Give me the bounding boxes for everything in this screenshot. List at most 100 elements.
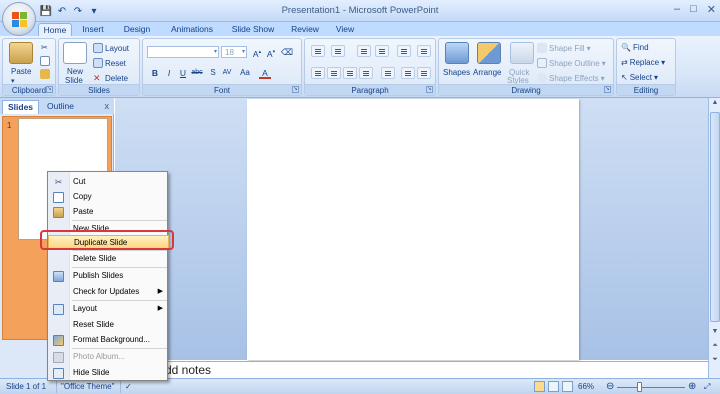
menu-separator xyxy=(72,267,167,268)
quick-styles-icon[interactable] xyxy=(510,42,534,64)
menu-item-delete-slide[interactable]: Delete Slide xyxy=(48,252,169,267)
tab-home[interactable]: Home xyxy=(38,23,72,36)
reset-button[interactable]: Reset xyxy=(93,58,126,68)
maximize-button[interactable]: □ xyxy=(690,3,697,16)
tab-insert[interactable]: Insert xyxy=(78,23,108,36)
align-left-icon[interactable] xyxy=(311,67,325,79)
smartart-icon[interactable] xyxy=(417,67,431,79)
clipboard-launcher-icon[interactable]: ↘ xyxy=(46,86,53,93)
cut-icon[interactable]: ✂ xyxy=(41,43,48,52)
bold-icon[interactable]: B xyxy=(149,67,161,79)
shape-fill-button[interactable]: Shape Fill ▾ xyxy=(537,43,591,53)
copy-icon[interactable] xyxy=(40,56,50,66)
character-spacing-icon[interactable]: AV xyxy=(221,67,233,79)
font-name-combo[interactable]: ▾ xyxy=(147,46,219,58)
decrease-indent-icon[interactable] xyxy=(357,45,371,57)
menu-item-hide-slide[interactable]: Hide Slide xyxy=(48,366,169,381)
scroll-down-icon[interactable]: ▼ xyxy=(710,328,720,338)
tab-review[interactable]: Review xyxy=(289,23,321,36)
shape-outline-button[interactable]: Shape Outline ▾ xyxy=(537,58,606,68)
notes-pane[interactable]: dd notes xyxy=(115,361,708,378)
paste-icon[interactable] xyxy=(9,42,33,64)
strikethrough-icon[interactable]: abc xyxy=(191,67,203,79)
find-button[interactable]: 🔍 Find xyxy=(621,43,649,52)
shapes-button[interactable]: Shapes xyxy=(443,68,470,77)
menu-item-cut[interactable]: ✂ Cut xyxy=(48,175,169,190)
slide-canvas[interactable] xyxy=(247,99,579,360)
underline-icon[interactable]: U xyxy=(177,67,189,79)
menu-item-label: Hide Slide xyxy=(73,368,110,377)
fit-to-window-icon[interactable]: ⤢ xyxy=(704,381,710,393)
arrange-icon[interactable] xyxy=(477,42,501,64)
increase-indent-icon[interactable] xyxy=(375,45,389,57)
zoom-in-icon[interactable]: ⊕ xyxy=(688,381,696,393)
align-right-icon[interactable] xyxy=(343,67,357,79)
spelling-check-icon[interactable]: ✓ xyxy=(120,381,132,393)
align-center-icon[interactable] xyxy=(327,67,341,79)
normal-view-icon[interactable] xyxy=(534,381,545,392)
new-slide-icon[interactable] xyxy=(63,42,87,64)
tab-animations[interactable]: Animations xyxy=(166,23,218,36)
tab-slide-show[interactable]: Slide Show xyxy=(229,23,277,36)
zoom-level[interactable]: 66% xyxy=(578,381,594,393)
drawing-launcher-icon[interactable]: ↘ xyxy=(604,86,611,93)
menu-item-format-background[interactable]: Format Background... xyxy=(48,333,169,348)
change-case-icon[interactable]: Aa xyxy=(239,67,251,79)
paste-button[interactable]: Paste xyxy=(11,67,31,76)
grow-font-icon[interactable]: A▴ xyxy=(251,46,263,59)
minimize-button[interactable]: – xyxy=(674,3,680,16)
shapes-icon[interactable] xyxy=(445,42,469,64)
menu-item-check-for-updates[interactable]: Check for Updates ▶ xyxy=(48,285,169,300)
zoom-out-icon[interactable]: ⊖ xyxy=(606,381,614,393)
select-button[interactable]: ↖ Select ▾ xyxy=(621,73,658,82)
theme-name[interactable]: "Office Theme" xyxy=(56,381,114,393)
zoom-slider-thumb[interactable] xyxy=(637,382,643,392)
font-launcher-icon[interactable]: ↘ xyxy=(292,86,299,93)
menu-item-paste[interactable]: Paste xyxy=(48,205,169,220)
notes-placeholder: dd notes xyxy=(165,363,212,377)
clear-formatting-icon[interactable]: ⌫ xyxy=(281,46,293,58)
shadow-icon[interactable]: S xyxy=(207,67,219,79)
next-slide-icon[interactable]: ⏷ xyxy=(710,356,720,368)
replace-button[interactable]: ⇄ Replace ▾ xyxy=(621,58,665,67)
align-text-icon[interactable] xyxy=(401,67,415,79)
arrange-button[interactable]: Arrange xyxy=(473,68,501,77)
format-painter-icon[interactable] xyxy=(40,69,50,79)
paragraph-launcher-icon[interactable]: ↘ xyxy=(426,86,433,93)
menu-item-copy[interactable]: Copy xyxy=(48,190,169,205)
scroll-up-icon[interactable]: ▲ xyxy=(710,99,720,109)
bullets-icon[interactable] xyxy=(311,45,325,57)
scroll-thumb[interactable] xyxy=(710,112,720,322)
tab-design[interactable]: Design xyxy=(120,23,154,36)
new-slide-label-1[interactable]: New xyxy=(67,67,83,76)
text-direction-icon[interactable] xyxy=(417,45,431,57)
font-group: ▾ 18 ▾ A▴ A▾ ⌫ B I U abc S AV Aa A Font ↘ xyxy=(142,38,302,96)
tab-slides[interactable]: Slides xyxy=(2,100,40,114)
tab-view[interactable]: View xyxy=(333,23,357,36)
zoom-slider[interactable] xyxy=(617,387,685,388)
columns-icon[interactable] xyxy=(381,67,395,79)
previous-slide-icon[interactable]: ⏶ xyxy=(710,342,720,354)
font-size-combo[interactable]: 18 ▾ xyxy=(221,46,247,58)
font-color-icon[interactable]: A xyxy=(259,67,271,79)
ribbon-tabs: Home Insert Design Animations Slide Show… xyxy=(0,22,720,36)
italic-icon[interactable]: I xyxy=(163,67,175,79)
shape-effects-button[interactable]: Shape Effects ▾ xyxy=(537,73,605,83)
close-button[interactable]: ✕ xyxy=(707,3,716,16)
layout-button[interactable]: Layout xyxy=(93,43,129,53)
delete-button[interactable]: ✕ Delete xyxy=(93,73,128,83)
line-spacing-icon[interactable] xyxy=(397,45,411,57)
menu-item-publish-slides[interactable]: Publish Slides xyxy=(48,269,169,284)
slide-sorter-view-icon[interactable] xyxy=(548,381,559,392)
tab-outline[interactable]: Outline xyxy=(42,100,79,114)
menu-item-reset-slide[interactable]: Reset Slide xyxy=(48,318,169,333)
menu-item-layout[interactable]: Layout ▶ xyxy=(48,302,169,317)
slide-show-view-icon[interactable] xyxy=(562,381,573,392)
office-button[interactable] xyxy=(2,2,36,36)
slide-count: Slide 1 of 1 xyxy=(6,382,47,391)
shrink-font-icon[interactable]: A▾ xyxy=(265,46,277,59)
numbering-icon[interactable] xyxy=(331,45,345,57)
pane-close-icon[interactable]: x xyxy=(105,101,110,111)
justify-icon[interactable] xyxy=(359,67,373,79)
vertical-scrollbar[interactable]: ▲ ▼ ⏶ ⏷ xyxy=(708,98,720,378)
